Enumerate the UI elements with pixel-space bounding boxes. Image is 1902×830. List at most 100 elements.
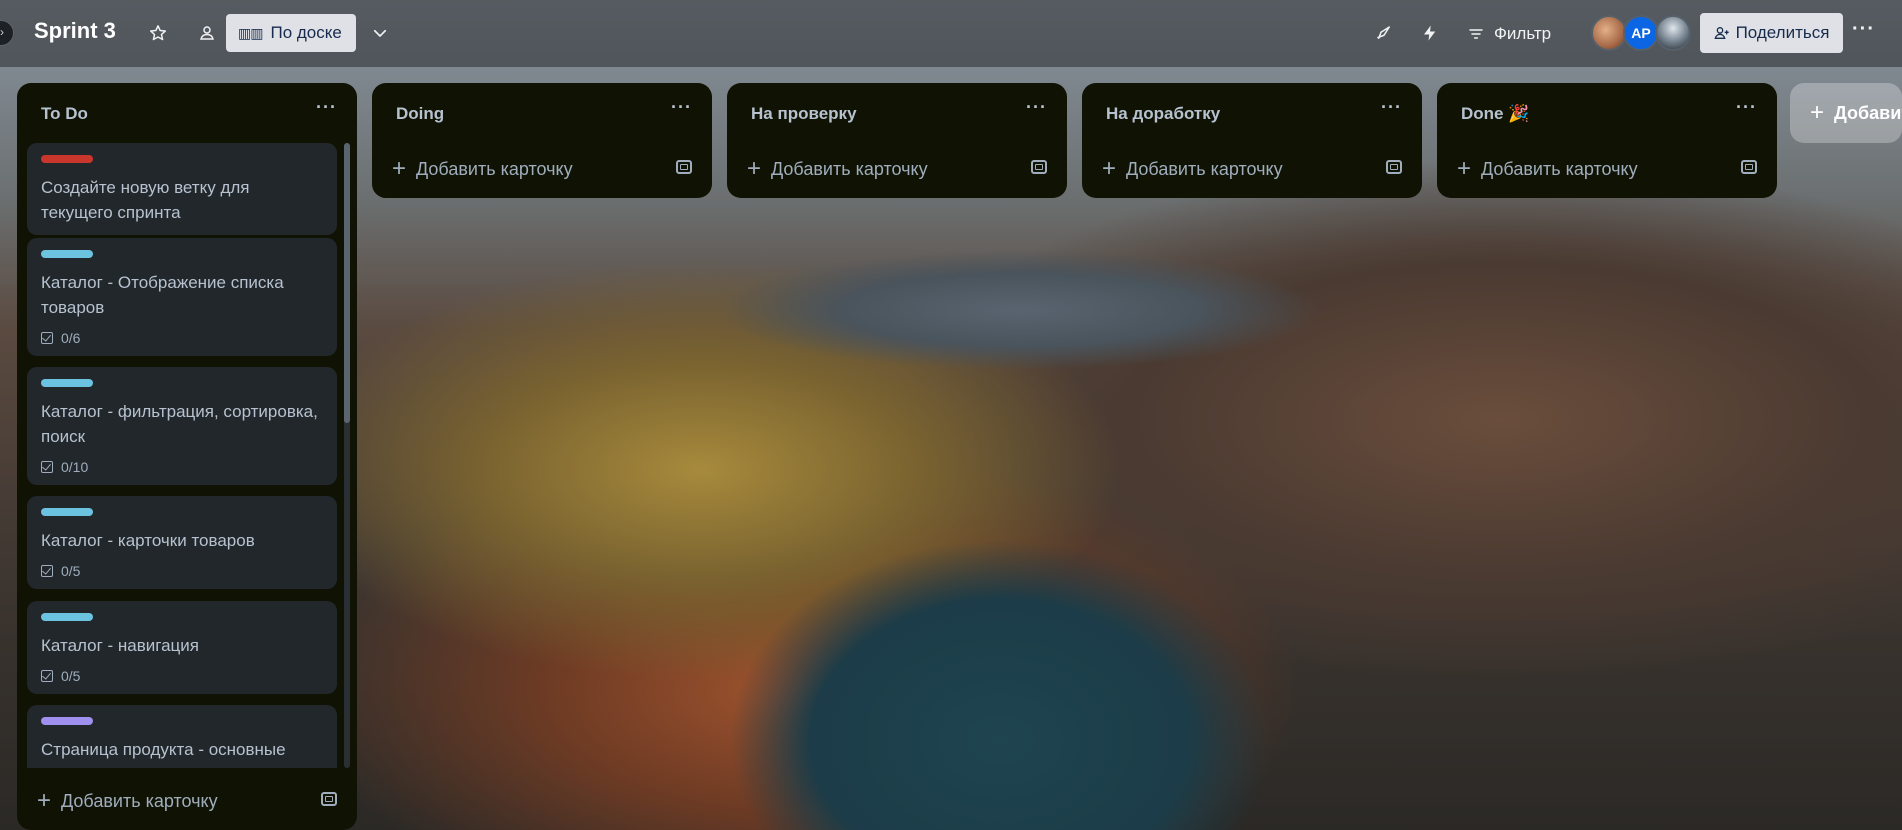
- avatar[interactable]: [1591, 15, 1627, 51]
- add-card-button[interactable]: + Добавить карточку: [1102, 151, 1352, 187]
- card-title: Каталог - навигация: [41, 636, 199, 655]
- card-label[interactable]: [41, 379, 93, 387]
- plus-icon: +: [1102, 155, 1117, 182]
- star-board-button[interactable]: [142, 17, 174, 49]
- add-card-button[interactable]: + Добавить карточку: [392, 151, 642, 187]
- card-label[interactable]: [41, 613, 93, 621]
- list-title[interactable]: Done 🎉: [1461, 104, 1529, 124]
- checklist-badge: 0/6: [41, 330, 323, 346]
- card-label[interactable]: [41, 717, 93, 725]
- add-user-icon: [1714, 27, 1729, 39]
- list-header: To Do ···: [17, 83, 357, 141]
- card-template-icon[interactable]: [676, 160, 692, 174]
- list-header: Doing ···: [372, 83, 712, 141]
- card[interactable]: Каталог - Отображение списка товаров 0/6: [27, 238, 337, 356]
- card[interactable]: Каталог - карточки товаров 0/5: [27, 496, 337, 589]
- card-label[interactable]: [41, 508, 93, 516]
- list-footer: + Добавить карточку: [17, 773, 357, 829]
- list-title[interactable]: To Do: [41, 104, 88, 124]
- card[interactable]: Создайте новую ветку для текущего спринт…: [27, 143, 337, 235]
- checklist-badge: 0/5: [41, 563, 323, 579]
- workspace-visibility-icon: [200, 26, 214, 40]
- views-dropdown-button[interactable]: [364, 17, 396, 49]
- list-menu-button[interactable]: ···: [1381, 97, 1402, 118]
- card-template-icon[interactable]: [1031, 160, 1047, 174]
- checklist-badge: 0/10: [41, 459, 323, 475]
- board-view-icon: ▥▥: [238, 24, 263, 41]
- board-view-button[interactable]: ▥▥ По доске: [226, 14, 356, 52]
- avatar[interactable]: AP: [1623, 15, 1659, 51]
- card-label[interactable]: [41, 155, 93, 163]
- visibility-button[interactable]: [191, 17, 223, 49]
- list-footer: + Добавить карточку: [727, 141, 1067, 197]
- filter-button[interactable]: Фильтр: [1468, 18, 1551, 50]
- rocket-icon: [1377, 26, 1390, 39]
- avatar[interactable]: [1655, 15, 1691, 51]
- add-list-button[interactable]: + Добавить: [1790, 83, 1902, 143]
- checklist-icon: [41, 332, 53, 344]
- checklist-count: 0/5: [61, 563, 81, 579]
- card-template-icon[interactable]: [1741, 160, 1757, 174]
- plus-icon: +: [1457, 155, 1472, 182]
- list-doing: Doing ··· + Добавить карточку: [372, 83, 712, 198]
- plus-icon: +: [392, 155, 407, 182]
- chevron-down-icon: [373, 29, 387, 37]
- list-menu-button[interactable]: ···: [671, 97, 692, 118]
- list-done: Done 🎉 ··· + Добавить карточку: [1437, 83, 1777, 198]
- plus-icon: +: [37, 787, 52, 814]
- list-title[interactable]: Doing: [396, 104, 444, 124]
- card-list: Создайте новую ветку для текущего спринт…: [27, 143, 353, 768]
- card-template-icon[interactable]: [1386, 160, 1402, 174]
- list-scrollbar[interactable]: [344, 143, 350, 768]
- add-card-button[interactable]: + Добавить карточку: [747, 151, 997, 187]
- add-card-label: Добавить карточку: [1126, 158, 1283, 179]
- add-card-label: Добавить карточку: [61, 790, 218, 811]
- add-card-button[interactable]: + Добавить карточку: [1457, 151, 1707, 187]
- add-list-label: Добавить: [1834, 102, 1902, 123]
- star-icon: [149, 25, 167, 41]
- list-footer: + Добавить карточку: [1437, 141, 1777, 197]
- plus-icon: +: [1810, 99, 1825, 126]
- list-title[interactable]: На проверку: [751, 104, 857, 124]
- card-label[interactable]: [41, 250, 93, 258]
- share-label: Поделиться: [1735, 23, 1830, 42]
- card-title: Создайте новую ветку для текущего спринт…: [41, 178, 250, 222]
- list-title[interactable]: На доработку: [1106, 104, 1220, 124]
- checklist-count: 0/6: [61, 330, 81, 346]
- more-menu-button[interactable]: ···: [1852, 18, 1875, 41]
- sidebar-toggle[interactable]: ›: [0, 20, 14, 46]
- checklist-count: 0/10: [61, 459, 89, 475]
- power-ups-button[interactable]: [1368, 17, 1400, 49]
- automation-button[interactable]: [1414, 17, 1446, 49]
- card[interactable]: Каталог - навигация 0/5: [27, 601, 337, 694]
- list-review: На проверку ··· + Добавить карточку: [727, 83, 1067, 198]
- list-footer: + Добавить карточку: [1082, 141, 1422, 197]
- filter-label: Фильтр: [1494, 24, 1552, 43]
- list-menu-button[interactable]: ···: [1736, 97, 1757, 118]
- list-header: На проверку ···: [727, 83, 1067, 141]
- board-view-label: По доске: [270, 23, 342, 42]
- scrollbar-thumb[interactable]: [344, 143, 350, 423]
- add-card-button[interactable]: + Добавить карточку: [37, 783, 287, 819]
- checklist-icon: [41, 670, 53, 682]
- list-header: На доработку ···: [1082, 83, 1422, 141]
- chevron-right-icon: ›: [0, 25, 4, 39]
- card-title: Страница продукта - основные элементы: [41, 740, 286, 768]
- list-menu-button[interactable]: ···: [1026, 97, 1047, 118]
- share-button[interactable]: Поделиться: [1700, 13, 1843, 53]
- card-title: Каталог - Отображение списка товаров: [41, 273, 284, 317]
- list-todo: To Do ··· Создайте новую ветку для текущ…: [17, 83, 357, 830]
- add-card-label: Добавить карточку: [416, 158, 573, 179]
- card-template-icon[interactable]: [321, 792, 337, 806]
- checklist-icon: [41, 565, 53, 577]
- list-menu-button[interactable]: ···: [316, 97, 337, 118]
- board-members: AP: [1591, 15, 1701, 51]
- board-header: › Sprint 3 ▥▥ По доске Фильтр AP Поделит…: [0, 0, 1902, 67]
- card-title: Каталог - карточки товаров: [41, 531, 255, 550]
- card[interactable]: Каталог - фильтрация, сортировка, поиск …: [27, 367, 337, 485]
- card[interactable]: Страница продукта - основные элементы: [27, 705, 337, 768]
- board-title[interactable]: Sprint 3: [34, 18, 116, 44]
- list-header: Done 🎉 ···: [1437, 83, 1777, 141]
- filter-icon: [1469, 29, 1483, 39]
- list-rework: На доработку ··· + Добавить карточку: [1082, 83, 1422, 198]
